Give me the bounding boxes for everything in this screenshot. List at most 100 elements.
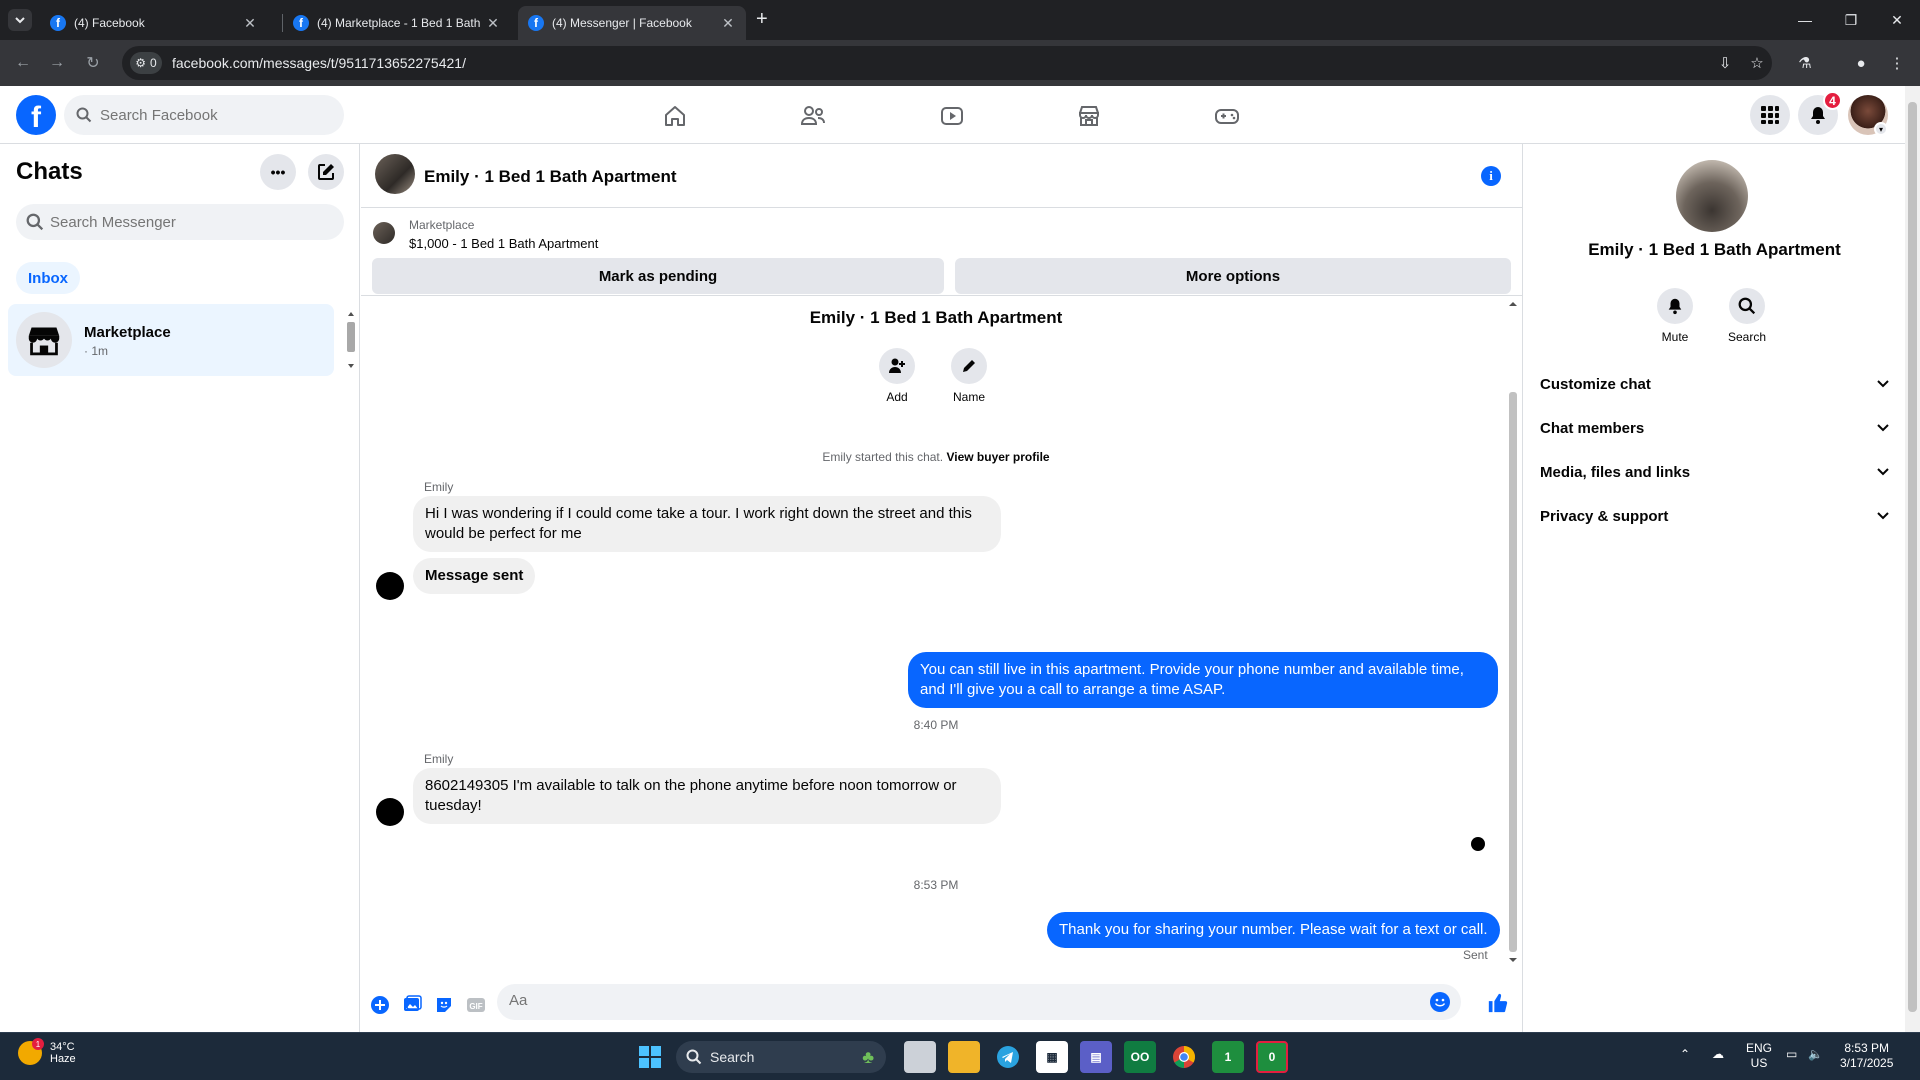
chat-info-name: Emily · 1 Bed 1 Bath Apartment	[1588, 240, 1841, 259]
plus-circle-icon[interactable]	[369, 994, 391, 1016]
menu-kebab-icon[interactable]: ⋮	[1886, 52, 1908, 74]
more-options-button[interactable]: More options	[955, 258, 1511, 294]
weather-widget[interactable]: 1 34°C Haze	[18, 1038, 76, 1065]
tab-search-button[interactable]	[8, 9, 32, 31]
back-icon[interactable]: ←	[12, 52, 34, 74]
sender-avatar[interactable]	[376, 572, 404, 600]
read-receipt-avatar	[1471, 837, 1485, 851]
browser-tab[interactable]: f (4) Marketplace - 1 Bed 1 Bath ✕	[283, 6, 511, 40]
mark-as-pending-button[interactable]: Mark as pending	[372, 258, 944, 294]
install-app-icon[interactable]: ⇩	[1714, 52, 1736, 74]
incoming-message[interactable]: Message sent	[413, 558, 536, 594]
chevron-down-icon[interactable]: ▾	[1874, 122, 1888, 136]
browser-tab[interactable]: f (4) Facebook ✕	[40, 6, 268, 40]
view-buyer-profile-link[interactable]: View buyer profile	[946, 450, 1049, 464]
outgoing-message[interactable]: Thank you for sharing your number. Pleas…	[1047, 912, 1500, 948]
outgoing-message[interactable]: You can still live in this apartment. Pr…	[908, 652, 1498, 708]
incoming-message[interactable]: 8602149305 I'm available to talk on the …	[413, 768, 1001, 824]
new-tab-button[interactable]: +	[756, 8, 768, 31]
info-icon[interactable]: i	[1481, 166, 1501, 186]
add-people-button[interactable]: Add	[867, 348, 927, 404]
chrome-icon[interactable]	[1168, 1041, 1200, 1073]
chat-info-avatar[interactable]	[1676, 160, 1748, 232]
chevron-up-icon[interactable]: ⌃	[1680, 1047, 1690, 1062]
message-list: Emily · 1 Bed 1 Bath Apartment Add Name …	[361, 296, 1523, 968]
reload-icon[interactable]: ↻	[82, 52, 104, 74]
close-window-icon[interactable]: ✕	[1874, 0, 1920, 40]
facebook-logo[interactable]: f	[16, 95, 56, 135]
app-oo-icon[interactable]: OO	[1124, 1041, 1156, 1073]
browser-tab-active[interactable]: f (4) Messenger | Facebook ✕	[518, 6, 746, 40]
menu-grid-icon[interactable]	[1750, 95, 1790, 135]
chat-list-scrollbar[interactable]	[346, 308, 356, 372]
video-icon[interactable]	[922, 94, 982, 138]
calendar-app-icon[interactable]: ▤	[1080, 1041, 1112, 1073]
photo-icon[interactable]	[401, 994, 423, 1016]
profile-icon[interactable]: ●	[1850, 52, 1872, 74]
close-tab-icon[interactable]: ✕	[720, 15, 736, 32]
minimize-icon[interactable]: —	[1782, 0, 1828, 40]
message-input[interactable]	[509, 992, 1389, 1009]
privacy-support-section[interactable]: Privacy & support	[1540, 496, 1890, 536]
bookmark-star-icon[interactable]: ☆	[1746, 52, 1768, 74]
forward-icon[interactable]: →	[46, 52, 68, 74]
onedrive-cloud-icon[interactable]: ☁	[1712, 1047, 1724, 1062]
language-indicator[interactable]: ENG US	[1746, 1041, 1772, 1071]
listing-thumbnail[interactable]	[373, 222, 395, 244]
gif-icon[interactable]: GIF	[465, 994, 487, 1016]
scrollbar-thumb[interactable]	[1908, 102, 1917, 1012]
sticker-icon[interactable]	[433, 994, 455, 1016]
labs-flask-icon[interactable]: ⚗	[1794, 52, 1816, 74]
notifications-button[interactable]: 4	[1798, 91, 1842, 135]
inbox-tab[interactable]: Inbox	[16, 262, 80, 294]
facebook-search-input[interactable]	[100, 106, 320, 124]
message-list-scrollbar[interactable]	[1504, 296, 1522, 968]
emoji-icon[interactable]	[1429, 991, 1451, 1013]
conversation-title[interactable]: Emily · 1 Bed 1 Bath Apartment	[424, 167, 677, 187]
site-info-count: 0	[150, 56, 157, 70]
messenger-search-input[interactable]	[50, 213, 320, 231]
name-chat-button[interactable]: Name	[939, 348, 999, 404]
chat-list-item[interactable]: Marketplace · 1m	[8, 304, 334, 376]
chat-members-section[interactable]: Chat members	[1540, 408, 1890, 448]
thumbs-up-icon[interactable]	[1487, 992, 1509, 1014]
conversation-avatar[interactable]	[375, 154, 415, 194]
incoming-message[interactable]: Hi I was wondering if I could come take …	[413, 496, 1001, 552]
network-icon[interactable]: ▭	[1786, 1047, 1797, 1062]
app-badge-zero[interactable]: 0	[1256, 1041, 1288, 1073]
file-explorer-icon[interactable]	[948, 1041, 980, 1073]
add-label: Add	[886, 390, 908, 404]
volume-icon[interactable]: 🔈	[1808, 1047, 1823, 1062]
restore-icon[interactable]: ❐	[1828, 0, 1874, 40]
chats-options-button[interactable]: •••	[260, 154, 296, 190]
mute-label: Mute	[1661, 330, 1689, 344]
gaming-icon[interactable]	[1197, 94, 1257, 138]
listing-title[interactable]: $1,000 - 1 Bed 1 Bath Apartment	[409, 236, 598, 251]
close-tab-icon[interactable]: ✕	[485, 15, 501, 32]
new-message-button[interactable]	[308, 154, 344, 190]
telegram-icon[interactable]	[992, 1041, 1024, 1073]
sender-avatar[interactable]	[376, 798, 404, 826]
home-icon[interactable]	[645, 94, 705, 138]
close-tab-icon[interactable]: ✕	[242, 15, 258, 32]
messenger-search[interactable]	[16, 204, 344, 240]
url-text[interactable]: facebook.com/messages/t/9511713652275421…	[172, 55, 466, 71]
mute-button[interactable]: Mute	[1645, 288, 1705, 344]
taskbar-search[interactable]: Search ♣	[676, 1041, 886, 1073]
microsoft-store-icon[interactable]: ▦	[1036, 1041, 1068, 1073]
marketplace-icon[interactable]	[1059, 94, 1119, 138]
search-in-chat-button[interactable]: Search	[1717, 288, 1777, 344]
message-timestamp: 8:40 PM	[913, 718, 959, 732]
app-badge-one[interactable]: 1	[1212, 1041, 1244, 1073]
task-view-icon[interactable]	[904, 1041, 936, 1073]
friends-icon[interactable]	[783, 94, 843, 138]
media-files-links-section[interactable]: Media, files and links	[1540, 452, 1890, 492]
facebook-search[interactable]	[64, 95, 344, 135]
page-scrollbar[interactable]	[1905, 86, 1920, 1032]
windows-start-icon[interactable]	[634, 1041, 666, 1073]
clock[interactable]: 8:53 PM 3/17/2025	[1840, 1041, 1893, 1071]
omnibox[interactable]: ⚙ 0 facebook.com/messages/t/9511713652275…	[122, 46, 1772, 80]
message-input-box[interactable]	[497, 984, 1461, 1020]
customize-chat-section[interactable]: Customize chat	[1540, 364, 1890, 404]
site-info-button[interactable]: ⚙ 0	[130, 52, 162, 74]
